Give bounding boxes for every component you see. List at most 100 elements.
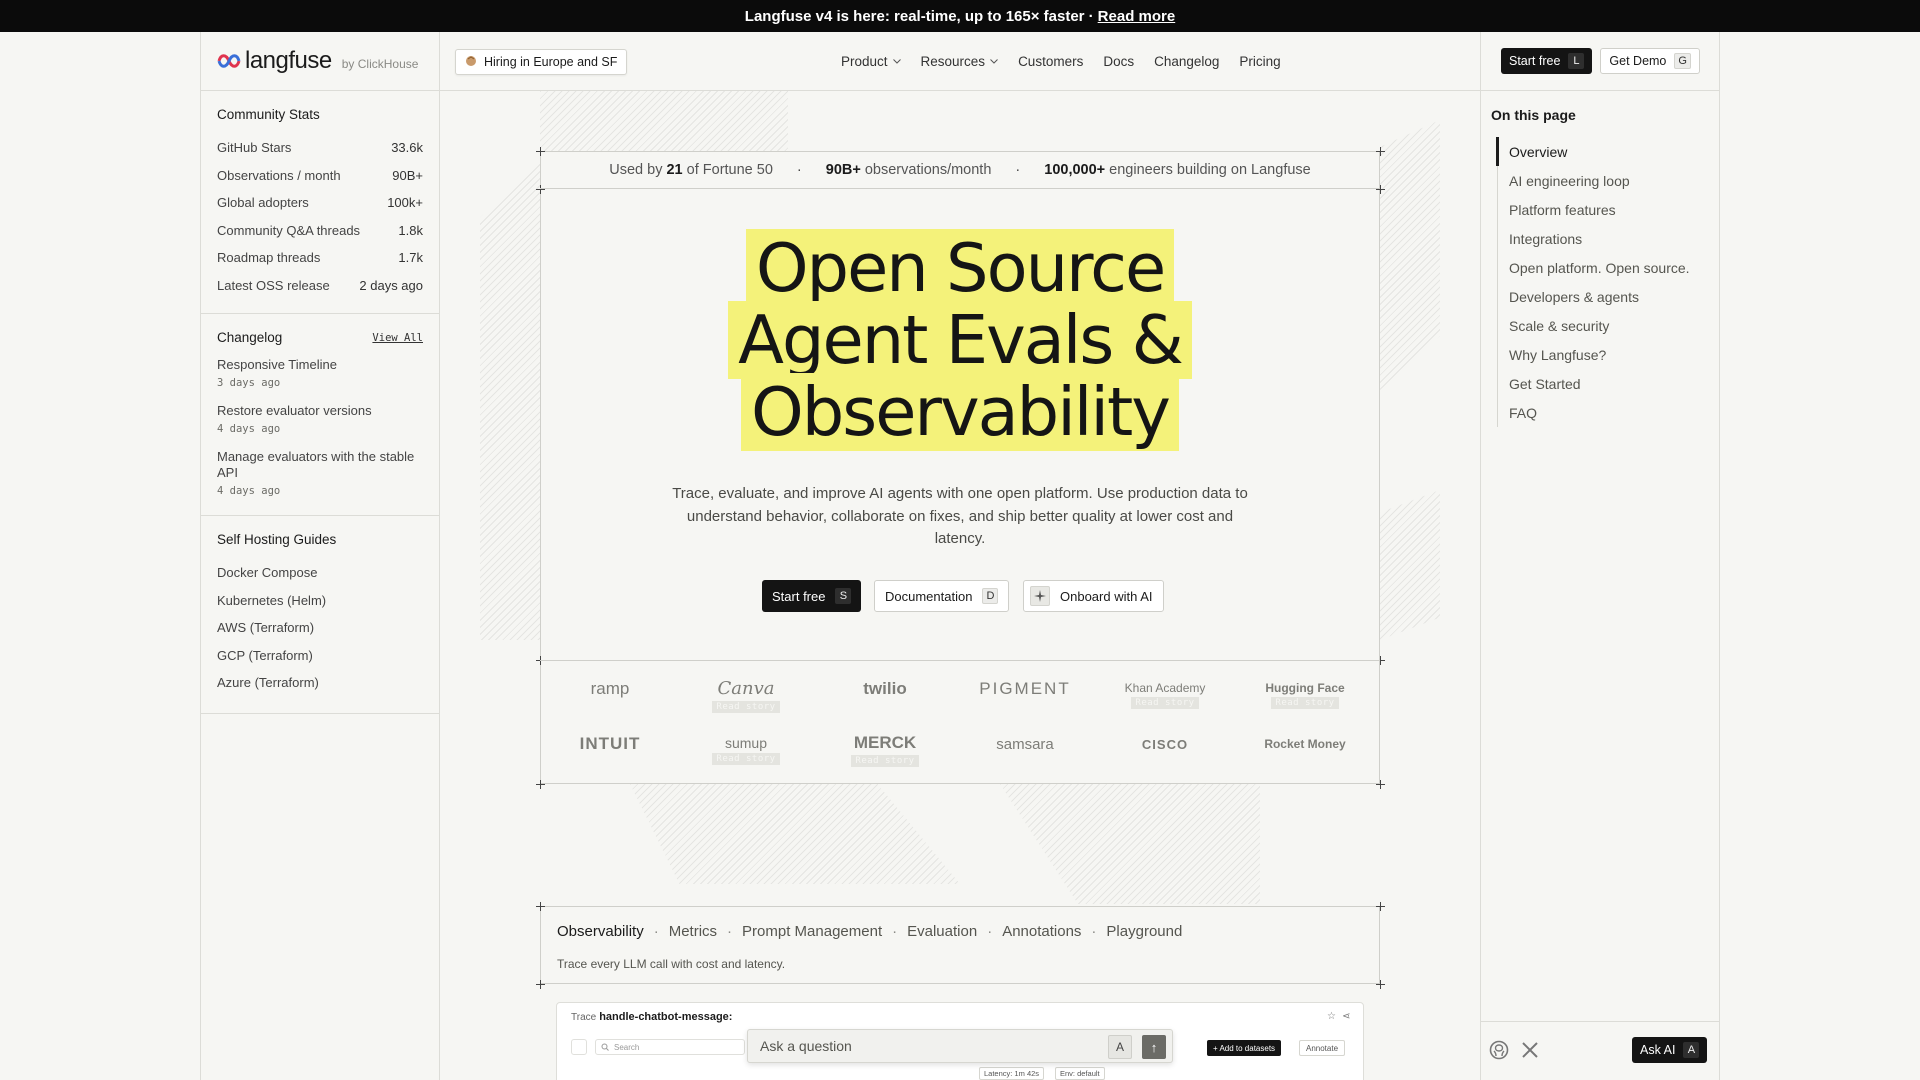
- latency-chip: Latency: 1m 42s: [979, 1067, 1045, 1080]
- toc-item[interactable]: Scale & security: [1498, 311, 1719, 340]
- star-icon[interactable]: ☆: [1327, 1011, 1336, 1022]
- hatch-decoration: [480, 160, 540, 640]
- frame-corner-mark: [536, 902, 545, 911]
- header-brand: langfuse by ClickHouse: [201, 32, 440, 90]
- stat-row[interactable]: Global adopters 100k+: [217, 189, 423, 217]
- toc-item[interactable]: Overview: [1496, 137, 1719, 166]
- read-story-label: Read story: [712, 700, 780, 713]
- customer-logo-hugging-face[interactable]: Hugging Face Read story: [1235, 675, 1375, 715]
- customer-logo-twilio[interactable]: twilio: [815, 669, 955, 709]
- nav-customers[interactable]: Customers: [1018, 54, 1083, 69]
- send-arrow-icon[interactable]: ↑: [1142, 1035, 1166, 1059]
- add-to-datasets-button[interactable]: + Add to datasets: [1207, 1040, 1282, 1056]
- tab-evaluation[interactable]: Evaluation: [907, 923, 977, 940]
- hiring-label: Hiring in Europe and SF: [484, 55, 618, 69]
- self-hosting-section: Self Hosting Guides Docker Compose Kuber…: [201, 516, 439, 714]
- left-sidebar: Community Stats GitHub Stars 33.6k Observ…: [200, 91, 440, 1080]
- stat-row[interactable]: Community Q&A threads 1.8k: [217, 217, 423, 245]
- toc-item[interactable]: AI engineering loop: [1498, 166, 1719, 195]
- env-chip: Env: default: [1055, 1067, 1105, 1080]
- separator-dot: ·: [796, 161, 802, 178]
- guide-link[interactable]: Kubernetes (Helm): [217, 587, 423, 615]
- customer-logo-cisco[interactable]: CISCO: [1095, 724, 1235, 764]
- customer-logo-khan-academy[interactable]: Khan Academy Read story: [1095, 675, 1235, 715]
- customer-logo-canva[interactable]: Canva Read story: [676, 675, 816, 715]
- hatch-decoration: [1380, 490, 1440, 640]
- customer-logo-pigment[interactable]: PIGMENT: [955, 669, 1095, 709]
- customer-logo-merck[interactable]: MERCK Read story: [815, 730, 955, 770]
- shortcut-key: G: [1674, 53, 1691, 69]
- frame-corner-mark: [536, 980, 545, 989]
- hero-subtitle: Trace, evaluate, and improve AI agents w…: [672, 485, 1248, 547]
- changelog-view-all-link[interactable]: View All: [372, 332, 423, 344]
- toc-item[interactable]: FAQ: [1498, 398, 1719, 427]
- stat-row[interactable]: Latest OSS release 2 days ago: [217, 272, 423, 300]
- guide-link[interactable]: GCP (Terraform): [217, 642, 423, 670]
- separator-dot: ·: [1015, 161, 1021, 178]
- stat-row[interactable]: GitHub Stars 33.6k: [217, 134, 423, 162]
- changelog-item[interactable]: Manage evaluators with the stable API 4 d…: [217, 449, 423, 497]
- changelog-item[interactable]: Responsive Timeline 3 days ago: [217, 357, 423, 389]
- documentation-button[interactable]: Documentation D: [874, 580, 1010, 612]
- toc-item[interactable]: Get Started: [1498, 369, 1719, 398]
- start-free-button[interactable]: Start free L: [1501, 48, 1593, 74]
- get-demo-button[interactable]: Get Demo G: [1600, 48, 1700, 74]
- langfuse-logo-icon[interactable]: [217, 52, 241, 70]
- guide-link[interactable]: Docker Compose: [217, 559, 423, 587]
- toc-item[interactable]: Developers & agents: [1498, 282, 1719, 311]
- engineers-stat: 100,000+ engineers building on Langfuse: [1044, 161, 1311, 178]
- announcement-text: Langfuse v4 is here: real-time, up to 16…: [744, 7, 1094, 25]
- github-icon[interactable]: [1489, 1040, 1509, 1063]
- ask-question-input[interactable]: Ask a question A ↑: [747, 1029, 1173, 1063]
- toc-item[interactable]: Why Langfuse?: [1498, 340, 1719, 369]
- nav-pricing[interactable]: Pricing: [1239, 54, 1280, 69]
- guide-link[interactable]: Azure (Terraform): [217, 669, 423, 697]
- toc-item[interactable]: Integrations: [1498, 224, 1719, 253]
- customer-logo-intuit[interactable]: INTUIT: [540, 724, 680, 764]
- tab-prompt-management[interactable]: Prompt Management: [742, 923, 882, 940]
- nav-changelog[interactable]: Changelog: [1154, 54, 1219, 69]
- customer-logo-rocket-money[interactable]: Rocket Money: [1235, 724, 1375, 764]
- stat-row[interactable]: Roadmap threads 1.7k: [217, 244, 423, 272]
- toc-item[interactable]: Open platform. Open source.: [1498, 253, 1719, 282]
- usage-stats-bar: Used by 21 of Fortune 50 · 90B+ observat…: [540, 151, 1380, 189]
- toc-item[interactable]: Platform features: [1498, 195, 1719, 224]
- stat-row[interactable]: Observations / month 90B+: [217, 162, 423, 190]
- tab-playground[interactable]: Playground: [1106, 923, 1182, 940]
- hiring-icon: [465, 55, 477, 70]
- annotate-button[interactable]: Annotate: [1299, 1040, 1346, 1056]
- nav-product[interactable]: Product: [841, 54, 901, 69]
- changelog-item[interactable]: Restore evaluator versions 4 days ago: [217, 403, 423, 435]
- ask-ai-button[interactable]: Ask AI A: [1632, 1037, 1708, 1063]
- tab-observability[interactable]: Observability: [557, 923, 644, 940]
- community-stats-section: Community Stats GitHub Stars 33.6k Observ…: [201, 91, 439, 314]
- logo-text[interactable]: langfuse: [245, 47, 332, 75]
- announcement-read-more-link[interactable]: Read more: [1098, 8, 1176, 25]
- toc-title: On this page: [1491, 107, 1576, 123]
- onboard-with-ai-button[interactable]: Onboard with AI: [1023, 580, 1164, 612]
- customer-logo-ramp[interactable]: ramp: [540, 669, 680, 709]
- hatch-decoration: [630, 784, 960, 884]
- platform-features-panel: Observability · Metrics · Prompt Managemen…: [540, 906, 1380, 984]
- tab-annotations[interactable]: Annotations: [1002, 923, 1081, 940]
- nav-resources[interactable]: Resources: [921, 54, 999, 69]
- shortcut-key: D: [982, 588, 999, 604]
- customer-logo-samsara[interactable]: samsara: [955, 724, 1095, 764]
- hatch-decoration: [1000, 784, 1260, 904]
- customer-logo-sumup[interactable]: sumup Read story: [676, 730, 816, 770]
- x-twitter-icon[interactable]: [1521, 1041, 1539, 1062]
- tab-metrics[interactable]: Metrics: [669, 923, 717, 940]
- shortcut-key: A: [1108, 1035, 1132, 1059]
- search-icon: [601, 1043, 609, 1053]
- panel-toggle-button[interactable]: [571, 1039, 587, 1055]
- community-stats-title: Community Stats: [217, 107, 320, 122]
- shortcut-key: L: [1568, 53, 1585, 69]
- changelog-section: Changelog View All Responsive Timeline 3 d…: [201, 314, 439, 516]
- share-icon[interactable]: ⋖: [1342, 1011, 1350, 1022]
- guide-link[interactable]: AWS (Terraform): [217, 614, 423, 642]
- hero-start-free-button[interactable]: Start free S: [762, 580, 862, 612]
- nav-docs[interactable]: Docs: [1103, 54, 1134, 69]
- hero-title-line: Observability: [741, 373, 1179, 451]
- hiring-badge[interactable]: Hiring in Europe and SF: [455, 49, 628, 75]
- trace-search-input[interactable]: Search: [595, 1039, 745, 1055]
